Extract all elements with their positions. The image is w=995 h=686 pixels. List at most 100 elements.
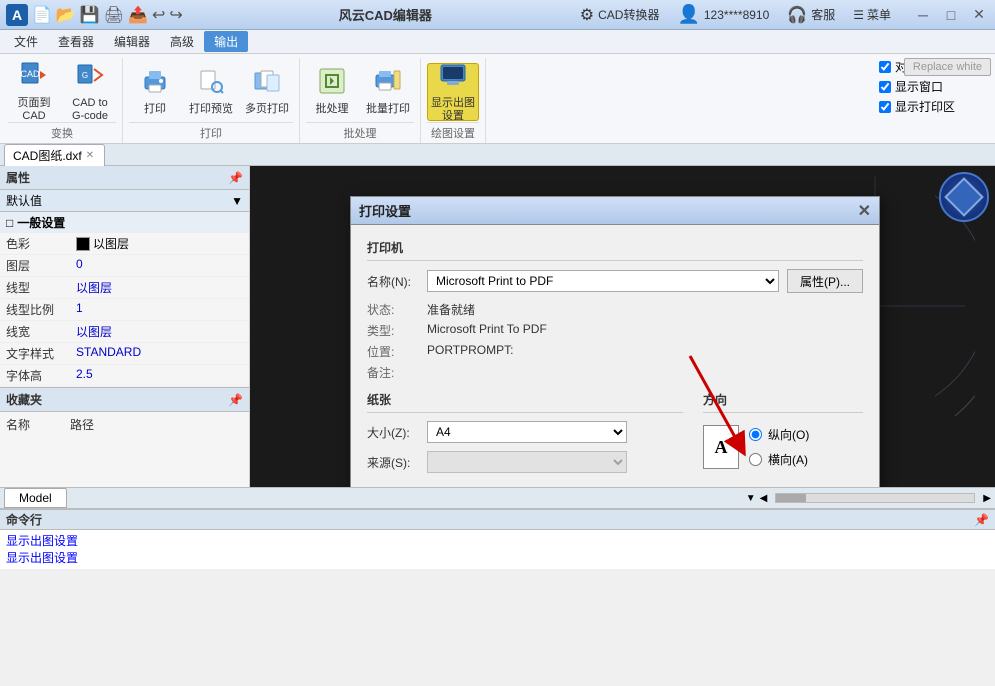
hamburger-menu[interactable]: ☰ 菜单 [853,6,891,23]
replace-white-button[interactable]: Replace white [904,58,991,76]
portrait-icon: A [703,425,739,469]
paper-size-select[interactable]: A4 [427,421,627,443]
display-settings-button[interactable]: 显示出图设置 [427,63,479,121]
paper-source-select[interactable] [427,451,627,473]
quick-redo[interactable]: ↪ [169,5,182,25]
show-window-checkbox[interactable]: 显示窗口 [879,78,955,95]
menu-file[interactable]: 文件 [4,31,48,52]
batch-print-button[interactable]: 批量打印 [362,63,414,121]
close-button[interactable]: ✕ [969,5,989,25]
linewidth-label: 线宽 [6,323,76,340]
batch-process-button[interactable]: 批处理 [306,63,358,121]
printer-name-input-row: Microsoft Print to PDF 属性(P)... [427,269,863,293]
cad-to-gcode-button[interactable]: G CAD to G-code [64,63,116,121]
color-label: 色彩 [6,235,76,252]
svg-text:A: A [12,7,22,23]
menu-icon: ☰ [853,8,864,22]
favorites-header: 收藏夹 📌 [0,388,249,412]
nav-cube-sphere[interactable] [939,172,989,222]
linewidth-value: 以图层 [76,323,243,340]
property-row-linetype-scale: 线型比例 1 [0,299,249,321]
menu-advanced[interactable]: 高级 [160,31,204,52]
show-window-input[interactable] [879,81,891,93]
model-view-input[interactable] [879,61,891,73]
favorites-col-path: 路径 [70,416,94,433]
layer-label: 图层 [6,257,76,274]
nav-cube-inner [944,177,984,217]
minimize-button[interactable]: ─ [913,5,933,25]
printer-section-title: 打印机 [367,239,863,261]
page-to-cad-label: 页面到 CAD [11,97,57,123]
dialog-body: 打印机 名称(N): Microsoft Print to PDF 属性(P).… [351,225,879,487]
printer-name-select[interactable]: Microsoft Print to PDF [427,270,779,292]
title-bar: A 📄 📂 💾 🖨 📤 ↩ ↪ 风云CAD编辑器 ⚙ CAD转换器 👤 123*… [0,0,995,30]
menu-editor[interactable]: 编辑器 [104,31,160,52]
tab-cad-drawing[interactable]: CAD图纸.dxf ✕ [4,144,105,166]
orientation-options: A 纵向(O) 横向(A) [703,421,863,473]
quick-print[interactable]: 🖨 [104,5,124,25]
show-print-area-checkbox[interactable]: 显示打印区 [879,98,955,115]
toolbar: CAD 页面到 CAD G CAD to G-code 变换 [0,54,995,144]
property-row-linetype: 线型 以图层 [0,277,249,299]
page-to-cad-button[interactable]: CAD 页面到 CAD [8,63,60,121]
landscape-option[interactable]: 横向(A) [749,451,809,468]
command-content: 显示出图设置 显示出图设置 [0,530,995,568]
portrait-radio[interactable] [749,428,762,441]
quick-undo[interactable]: ↩ [152,5,165,25]
menu-viewer[interactable]: 查看器 [48,31,104,52]
title-bar-controls: ⚙ CAD转换器 👤 123****8910 🎧 客服 ☰ 菜单 ─ □ ✕ [580,4,989,25]
paper-orient-section: 纸张 大小(Z): A4 来源(S): [367,391,863,481]
model-tab[interactable]: Model [4,488,67,508]
content-area: 属性 📌 默认值 ▼ □ 一般设置 色彩 以图层 图层 0 [0,166,995,487]
user-avatar[interactable]: 👤 123****8910 [677,4,769,25]
page-to-cad-icon: CAD [20,61,48,95]
multi-print-button[interactable]: 多页打印 [241,63,293,121]
toolbar-group-drawing-settings: 显示出图设置 绘图设置 [421,58,486,143]
dialog-title: 打印设置 [359,201,411,220]
cad-converter-btn[interactable]: ⚙ CAD转换器 [580,5,660,25]
show-window-label: 显示窗口 [895,78,943,95]
dialog-close-icon[interactable]: ✕ [858,201,871,221]
menu-output[interactable]: 输出 [204,31,248,52]
quick-new[interactable]: 📄 [32,5,52,25]
properties-dropdown-icon[interactable]: ▼ [231,194,243,208]
tab-close-icon[interactable]: ✕ [86,150,94,161]
svg-text:CAD: CAD [20,69,40,79]
paper-section: 纸张 大小(Z): A4 来源(S): [367,391,683,481]
textstyle-value: STANDARD [76,345,243,362]
pin-icon[interactable]: 📌 [228,171,243,185]
portrait-option[interactable]: 纵向(O) [749,426,809,443]
customer-service-btn[interactable]: 🎧 客服 [787,5,835,25]
favorites-col-name: 名称 [6,416,30,433]
print-preview-button[interactable]: 打印预览 [185,63,237,121]
quick-open[interactable]: 📂 [56,5,76,25]
cad-to-gcode-label: CAD to G-code [67,97,113,123]
model-bar: Model ▼ ◀ ▶ [0,487,995,509]
show-print-area-input[interactable] [879,101,891,113]
favorites-panel: 收藏夹 📌 名称 路径 [0,387,249,487]
landscape-radio[interactable] [749,453,762,466]
favorites-pin-icon[interactable]: 📌 [228,393,243,407]
print-button[interactable]: 打印 [129,63,181,121]
scroll-right-icon[interactable]: ▶ [983,493,991,504]
scroll-down-icon[interactable]: ▼ [746,493,756,504]
property-row-linewidth: 线宽 以图层 [0,321,249,343]
linetype-label: 线型 [6,279,76,296]
printer-properties-button[interactable]: 属性(P)... [787,269,863,293]
toolbar-group-batch-label: 批处理 [306,122,414,143]
favorites-title: 收藏夹 [6,391,42,408]
command-line-2: 显示出图设置 [6,549,989,566]
properties-title: 属性 [6,169,30,186]
quick-export[interactable]: 📤 [128,5,148,25]
print-preview-label: 打印预览 [189,103,233,116]
general-settings-label: 一般设置 [17,214,65,231]
quick-save[interactable]: 💾 [80,5,100,25]
toolbar-group-transform-label: 变换 [8,122,116,143]
general-settings-header[interactable]: □ 一般设置 [0,212,249,233]
scroll-left-icon[interactable]: ◀ [760,493,768,504]
command-pin-icon[interactable]: 📌 [974,513,989,527]
multi-print-label: 多页打印 [245,103,289,116]
linetype-value: 以图层 [76,279,243,296]
nav-cube[interactable] [939,172,989,222]
maximize-button[interactable]: □ [941,5,961,25]
